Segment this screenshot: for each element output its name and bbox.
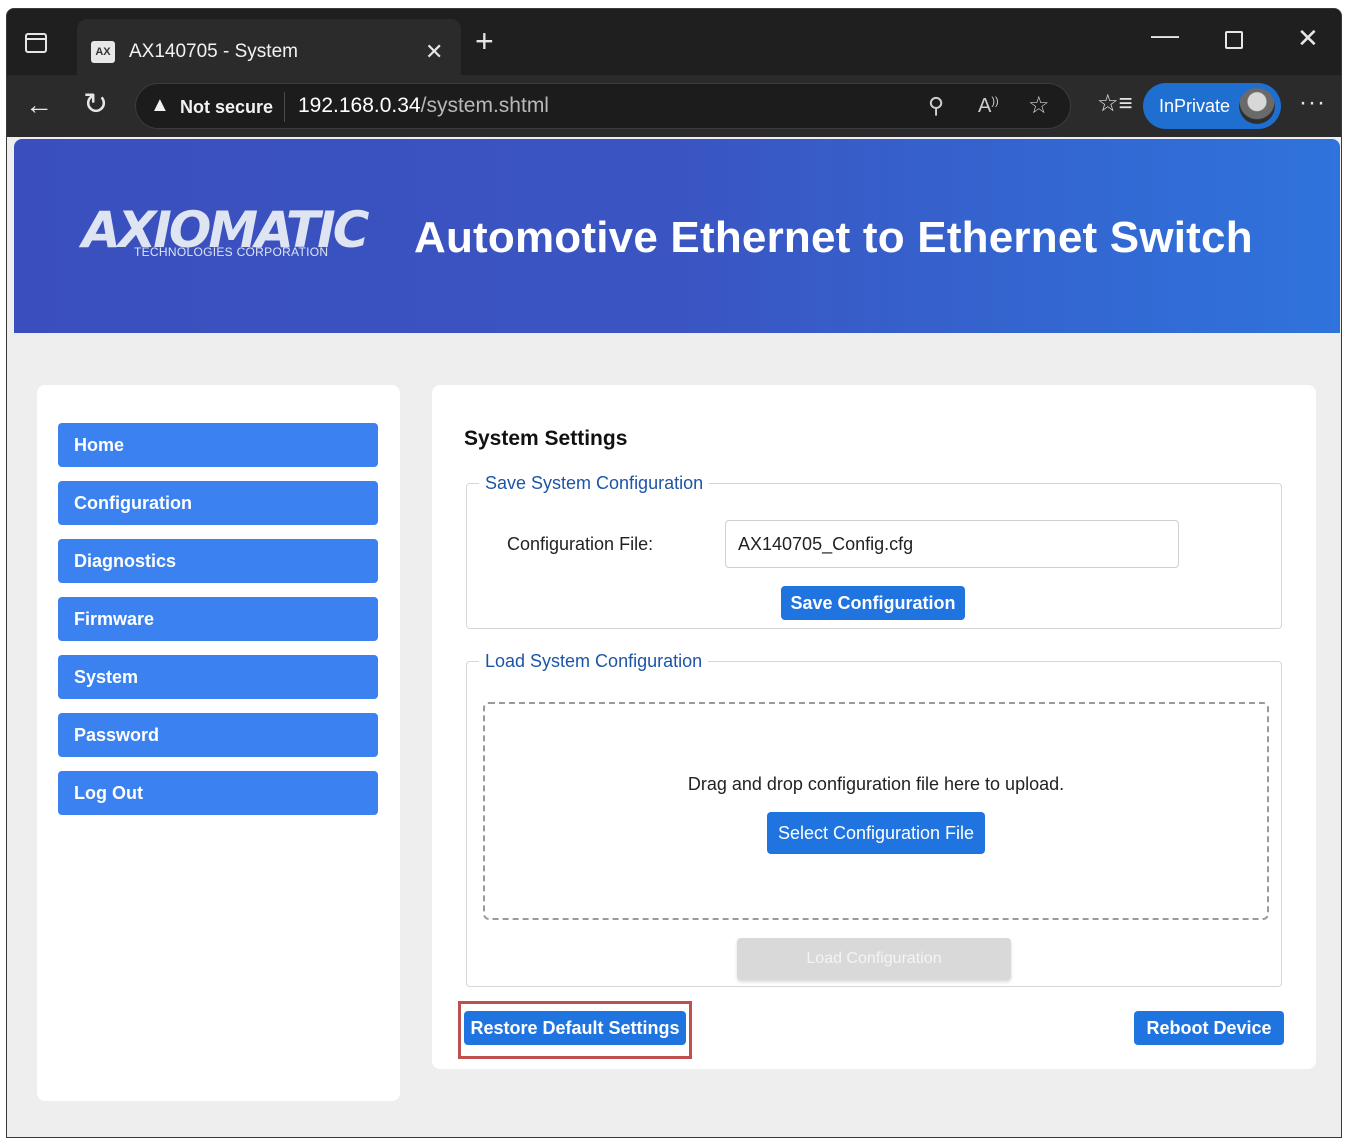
inprivate-button[interactable]: InPrivate: [1143, 83, 1281, 129]
back-icon[interactable]: ←: [25, 89, 53, 121]
dropzone-text: Drag and drop configuration file here to…: [687, 774, 1065, 794]
profile-avatar-icon: [1239, 88, 1275, 124]
load-config-legend: Load System Configuration: [485, 651, 703, 671]
minimize-icon[interactable]: —: [1151, 19, 1179, 51]
section-title: System Settings: [464, 427, 628, 450]
system-settings-panel: System Settings Save System Configuratio…: [432, 385, 1316, 1069]
url-text[interactable]: 192.168.0.34/system.shtml: [298, 94, 549, 118]
config-file-label: Configuration File:: [507, 534, 654, 554]
file-dropzone[interactable]: Drag and drop configuration file here to…: [483, 702, 1269, 920]
read-aloud-icon[interactable]: A)): [978, 95, 999, 118]
favorites-icon[interactable]: ☆≡: [1097, 89, 1133, 118]
load-configuration-button[interactable]: Load Configuration: [737, 938, 1011, 980]
save-config-group: Save System Configuration Configuration …: [466, 473, 1282, 629]
sidebar-item-configuration[interactable]: Configuration: [58, 481, 378, 525]
save-config-legend: Save System Configuration: [485, 473, 704, 493]
tab-strip: AX AX140705 - System ✕ + — ✕: [7, 9, 1341, 75]
logo-subtext: TECHNOLOGIES CORPORATION: [134, 245, 329, 259]
inprivate-label: InPrivate: [1159, 96, 1231, 116]
browser-window: AX AX140705 - System ✕ + — ✕ ← ↻ ▲ Not s…: [6, 8, 1342, 1138]
more-menu-icon[interactable]: ···: [1299, 89, 1326, 117]
browser-toolbar: ← ↻ ▲ Not secure 192.168.0.34/system.sht…: [7, 75, 1341, 137]
config-file-input[interactable]: [725, 520, 1179, 568]
warning-icon[interactable]: ▲: [150, 94, 170, 117]
address-bar[interactable]: ▲ Not secure 192.168.0.34/system.shtml ⚲…: [135, 83, 1071, 129]
zoom-icon[interactable]: ⚲: [928, 93, 944, 119]
sidebar-nav: Home Configuration Diagnostics Firmware …: [37, 385, 400, 1101]
sidebar-item-system[interactable]: System: [58, 655, 378, 699]
browser-tab[interactable]: AX AX140705 - System ✕: [77, 19, 461, 75]
select-config-file-button[interactable]: Select Configuration File: [767, 812, 985, 854]
page-title: Automotive Ethernet to Ethernet Switch: [414, 213, 1253, 262]
favicon-icon: AX: [91, 41, 115, 63]
sidebar-item-logout[interactable]: Log Out: [58, 771, 378, 815]
sidebar-item-home[interactable]: Home: [58, 423, 378, 467]
new-tab-icon[interactable]: +: [475, 23, 494, 60]
url-path: /system.shtml: [420, 94, 549, 117]
tab-close-icon[interactable]: ✕: [425, 39, 443, 65]
sidebar-item-diagnostics[interactable]: Diagnostics: [58, 539, 378, 583]
sidebar-toggle-icon[interactable]: [25, 33, 47, 53]
restore-defaults-button[interactable]: Restore Default Settings: [464, 1011, 686, 1045]
maximize-icon[interactable]: [1225, 31, 1243, 49]
axiomatic-logo: AXIOMATIC TECHNOLOGIES CORPORATION: [82, 205, 369, 265]
header-banner: AXIOMATIC TECHNOLOGIES CORPORATION Autom…: [14, 139, 1340, 333]
sidebar-item-password[interactable]: Password: [58, 713, 378, 757]
page-viewport: AXIOMATIC TECHNOLOGIES CORPORATION Autom…: [7, 137, 1341, 1137]
window-close-icon[interactable]: ✕: [1297, 23, 1319, 54]
save-configuration-button[interactable]: Save Configuration: [781, 586, 965, 620]
sidebar-item-firmware[interactable]: Firmware: [58, 597, 378, 641]
url-host: 192.168.0.34: [298, 94, 421, 117]
address-divider: [284, 92, 285, 122]
favorite-star-icon[interactable]: ☆: [1028, 91, 1050, 120]
security-label[interactable]: Not secure: [180, 97, 273, 118]
load-config-group: Load System Configuration Drag and drop …: [466, 651, 1282, 987]
reboot-device-button[interactable]: Reboot Device: [1134, 1011, 1284, 1045]
reload-icon[interactable]: ↻: [83, 87, 108, 122]
tab-title: AX140705 - System: [129, 41, 298, 62]
